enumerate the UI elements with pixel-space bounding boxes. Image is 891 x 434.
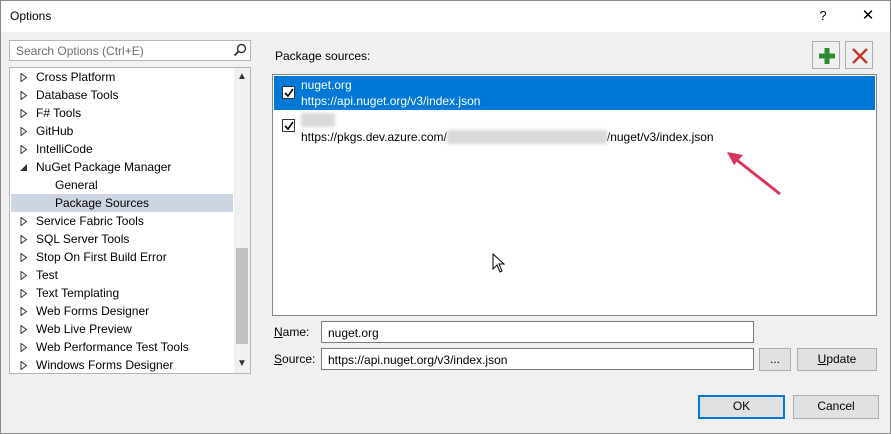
tree-item[interactable]: Web Performance Test Tools xyxy=(11,338,233,356)
collapsed-chevron-icon[interactable] xyxy=(20,109,28,118)
package-sources-list[interactable]: nuget.org https://api.nuget.org/v3/index… xyxy=(272,74,877,316)
help-button[interactable]: ? xyxy=(809,5,837,27)
collapsed-chevron-icon[interactable] xyxy=(20,343,28,352)
collapsed-chevron-icon[interactable] xyxy=(20,325,28,334)
name-label: Name: xyxy=(274,325,310,339)
tree-item[interactable]: Web Forms Designer xyxy=(11,302,233,320)
redacted-name xyxy=(301,113,335,127)
tree-item[interactable]: Text Templating xyxy=(11,284,233,302)
tree-item-label: General xyxy=(55,178,98,192)
tree-item-label: Web Performance Test Tools xyxy=(36,340,189,354)
tree-item[interactable]: F# Tools xyxy=(11,104,233,122)
source-item-azure[interactable]: https://pkgs.dev.azure.com/ /nuget/v3/ind… xyxy=(274,111,875,145)
add-source-button[interactable] xyxy=(812,41,840,69)
url-suffix: /nuget/v3/index.json xyxy=(606,130,714,144)
name-input[interactable] xyxy=(326,325,736,340)
source-url: https://api.nuget.org/v3/index.json xyxy=(301,94,481,108)
tree-item[interactable]: GitHub xyxy=(11,122,233,140)
scroll-down-icon[interactable]: ▼ xyxy=(234,356,250,372)
search-input[interactable] xyxy=(14,43,226,59)
tree-item[interactable]: General xyxy=(11,176,233,194)
plus-icon xyxy=(819,48,835,64)
tree-item[interactable]: SQL Server Tools xyxy=(11,230,233,248)
tree-item-label: Web Forms Designer xyxy=(36,304,150,318)
url-prefix: https://pkgs.dev.azure.com/ xyxy=(301,130,447,144)
mouse-cursor-icon xyxy=(492,253,506,273)
delete-x-icon xyxy=(852,48,868,64)
package-sources-label: Package sources: xyxy=(275,49,371,63)
name-field[interactable] xyxy=(321,321,754,343)
tree-item[interactable]: Web Live Preview xyxy=(11,320,233,338)
collapsed-chevron-icon[interactable] xyxy=(20,235,28,244)
tree-item-label: Database Tools xyxy=(36,88,119,102)
ok-button[interactable]: OK xyxy=(698,395,785,419)
tree-item[interactable]: Service Fabric Tools xyxy=(11,212,233,230)
search-icon[interactable] xyxy=(233,43,247,57)
tree-item-label: Stop On First Build Error xyxy=(36,250,167,264)
source-item-nuget[interactable]: nuget.org https://api.nuget.org/v3/index… xyxy=(274,76,875,110)
collapsed-chevron-icon[interactable] xyxy=(20,91,28,100)
tree-item-label: Windows Forms Designer xyxy=(36,358,174,372)
tree-item[interactable]: Test xyxy=(11,266,233,284)
close-button[interactable]: ✕ xyxy=(853,5,883,27)
tree-item[interactable]: NuGet Package Manager xyxy=(11,158,233,176)
check-icon xyxy=(284,121,294,131)
tree-item-label: Test xyxy=(36,268,59,282)
source-name: nuget.org xyxy=(301,78,352,92)
window-title: Options xyxy=(10,9,52,23)
collapsed-chevron-icon[interactable] xyxy=(20,289,28,298)
collapsed-chevron-icon[interactable] xyxy=(20,253,28,262)
source-field[interactable] xyxy=(321,348,754,370)
tree-item-label: F# Tools xyxy=(36,106,82,120)
redacted-organization xyxy=(446,130,607,144)
remove-source-button[interactable] xyxy=(845,41,873,69)
tree-item-label: IntelliCode xyxy=(36,142,93,156)
scroll-thumb[interactable] xyxy=(236,248,248,344)
tree-item-label: Package Sources xyxy=(55,196,150,210)
search-box[interactable] xyxy=(9,40,251,61)
tree-item-label: SQL Server Tools xyxy=(36,232,130,246)
update-button[interactable]: Update xyxy=(797,348,877,371)
title-bar: Options ? ✕ xyxy=(1,1,890,32)
collapsed-chevron-icon[interactable] xyxy=(20,271,28,280)
source-input[interactable] xyxy=(326,352,736,367)
tree-item-label: Text Templating xyxy=(36,286,120,300)
options-dialog: Options ? ✕ Cross Platform Database Tools… xyxy=(0,0,891,434)
tree-item-label: NuGet Package Manager xyxy=(36,160,172,174)
tree-item[interactable]: Package Sources xyxy=(11,194,233,212)
tree-item-label: Service Fabric Tools xyxy=(36,214,144,228)
source-checkbox[interactable] xyxy=(282,119,295,132)
tree-item[interactable]: Windows Forms Designer xyxy=(11,356,233,373)
source-label: Source: xyxy=(274,352,316,366)
collapsed-chevron-icon[interactable] xyxy=(20,217,28,226)
tree-item-label: Web Live Preview xyxy=(36,322,132,336)
annotation-arrow-icon xyxy=(727,152,781,196)
collapsed-chevron-icon[interactable] xyxy=(20,361,28,370)
browse-button[interactable]: ... xyxy=(759,348,791,371)
tree-item[interactable]: Database Tools xyxy=(11,86,233,104)
collapsed-chevron-icon[interactable] xyxy=(20,307,28,316)
tree-item-label: GitHub xyxy=(36,124,74,138)
tree-item-label: Cross Platform xyxy=(36,70,116,84)
collapsed-chevron-icon[interactable] xyxy=(20,127,28,136)
tree-item[interactable]: Cross Platform xyxy=(11,68,233,86)
check-icon xyxy=(284,88,294,98)
source-checkbox[interactable] xyxy=(282,86,295,99)
tree-item[interactable]: IntelliCode xyxy=(11,140,233,158)
expanded-chevron-icon[interactable] xyxy=(20,163,28,172)
options-tree[interactable]: Cross Platform Database Tools F# Tools GitH… xyxy=(9,67,251,374)
tree-item[interactable]: Stop On First Build Error xyxy=(11,248,233,266)
collapsed-chevron-icon[interactable] xyxy=(20,73,28,82)
collapsed-chevron-icon[interactable] xyxy=(20,145,28,154)
scroll-up-icon[interactable]: ▲ xyxy=(234,69,250,85)
tree-scrollbar[interactable]: ▲ ▼ xyxy=(234,68,250,373)
cancel-button[interactable]: Cancel xyxy=(793,395,879,419)
source-url: https://pkgs.dev.azure.com/ /nuget/v3/ind… xyxy=(301,130,714,144)
